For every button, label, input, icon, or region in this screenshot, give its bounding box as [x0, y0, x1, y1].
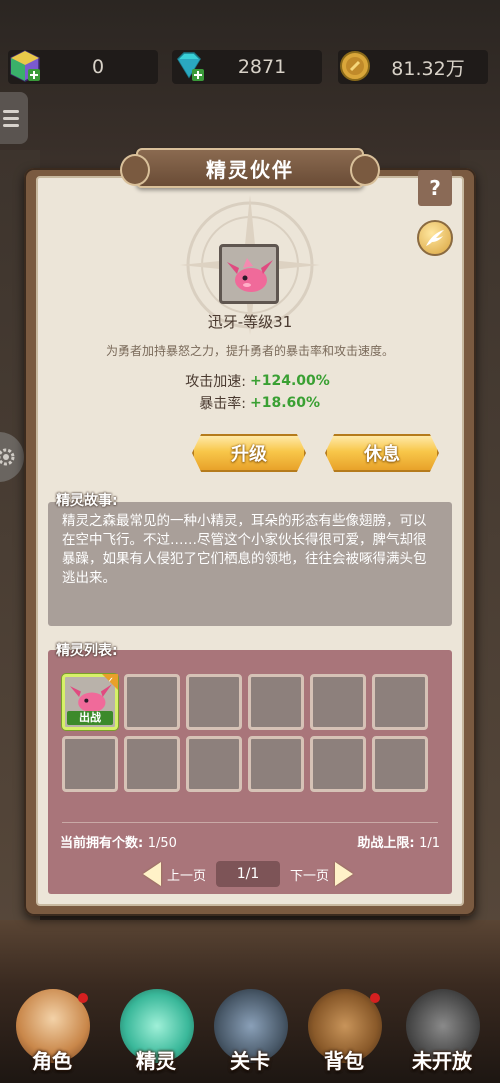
spirit-slot-empty[interactable]: [372, 674, 428, 730]
nav-hero[interactable]: 角色: [6, 985, 98, 1083]
spirit-slot-empty[interactable]: [186, 674, 242, 730]
owned-label: 当前拥有个数:: [60, 836, 144, 851]
spirit-slot-empty[interactable]: [124, 674, 180, 730]
story-box: 精灵之森最常见的一种小精灵，耳朵的形态有些像翅膀，可以在空中飞行。不过……尽管这…: [48, 502, 452, 626]
spirit-description: 为勇者加持暴怒之力，提升勇者的暴击率和攻击速度。: [105, 344, 394, 358]
wing-button[interactable]: [417, 220, 453, 256]
story-label: 精灵故事:: [56, 493, 118, 509]
nav-spirit[interactable]: 精灵: [110, 985, 202, 1083]
assist-value: 1/1: [419, 836, 440, 851]
spirit-slot-empty[interactable]: [186, 736, 242, 792]
spirit-slot-empty[interactable]: [310, 736, 366, 792]
stat-label: 暴击率:: [199, 396, 246, 412]
stat-value: +18.60%: [250, 395, 321, 411]
diamonds-counter[interactable]: 2871: [172, 50, 322, 84]
nav-label: 未开放: [412, 1049, 472, 1073]
spirit-slot-empty[interactable]: [248, 674, 304, 730]
list-label: 精灵列表:: [56, 643, 118, 659]
story-text: 精灵之森最常见的一种小精灵，耳朵的形态有些像翅膀，可以在空中飞行。不过……尽管这…: [62, 513, 427, 586]
owned-count: 当前拥有个数: 1/50: [60, 832, 177, 851]
notification-dot: [370, 993, 380, 1003]
gold-counter[interactable]: 81.32万: [338, 50, 488, 84]
assist-limit: 助战上限: 1/1: [357, 832, 440, 851]
spirit-list: ✓ 出战: [48, 650, 452, 894]
nav-label: 背包: [324, 1049, 364, 1073]
menu-line-icon: [3, 116, 19, 120]
diamond-icon: [177, 52, 204, 81]
nav-label: 角色: [32, 1049, 72, 1073]
page-indicator: 1/1: [216, 861, 281, 887]
spirit-slot-empty[interactable]: [372, 736, 428, 792]
menu-line-icon: [3, 123, 19, 127]
bottom-nav: 角色 精灵 关卡 背包 未开放: [0, 985, 500, 1083]
pink-dragon-spirit-icon: [227, 258, 273, 292]
spirit-slot-empty[interactable]: [248, 736, 304, 792]
gems-counter[interactable]: 0: [8, 50, 158, 84]
panel-title: 精灵伙伴: [120, 148, 380, 188]
gear-icon: [0, 448, 15, 466]
upgrade-button[interactable]: 升级: [192, 434, 306, 472]
nav-stage[interactable]: 关卡: [204, 985, 296, 1083]
menu-line-icon: [3, 109, 19, 113]
gold-coin-icon: [340, 51, 370, 81]
stat-row: 攻击加速: +124.00%: [0, 370, 500, 392]
side-menu-button[interactable]: [0, 92, 28, 144]
prev-arrow-icon[interactable]: [143, 862, 161, 886]
stat-row: 暴击率: +18.60%: [0, 392, 500, 414]
spirit-slot-empty[interactable]: [124, 736, 180, 792]
notification-dot: [78, 993, 88, 1003]
next-page-button[interactable]: 下一页: [284, 865, 335, 884]
spirit-portrait: [219, 244, 279, 304]
spirit-slot-active[interactable]: ✓ 出战: [62, 674, 118, 730]
stat-label: 攻击加速:: [185, 374, 246, 390]
stat-value: +124.00%: [250, 373, 330, 389]
spirit-name: 迅牙-等级31: [207, 313, 293, 331]
list-divider: [62, 822, 438, 823]
assist-label: 助战上限:: [357, 836, 415, 851]
spirit-slot-empty[interactable]: [62, 736, 118, 792]
active-badge: 出战: [67, 711, 113, 725]
nav-backpack[interactable]: 背包: [298, 985, 390, 1083]
help-button[interactable]: ?: [418, 170, 452, 206]
spirit-stats: 攻击加速: +124.00% 暴击率: +18.60%: [0, 370, 500, 414]
nav-label: 关卡: [230, 1049, 270, 1073]
owned-value: 1/50: [147, 836, 177, 851]
nav-locked[interactable]: 未开放: [396, 985, 488, 1083]
nav-label: 精灵: [136, 1049, 176, 1073]
gem-cube-icon: [10, 50, 40, 82]
pager: 上一页 1/1 下一页: [143, 860, 363, 888]
next-arrow-icon[interactable]: [335, 862, 354, 886]
wing-icon: [426, 230, 444, 246]
rest-button[interactable]: 休息: [325, 434, 439, 472]
spirit-slot-empty[interactable]: [310, 674, 366, 730]
prev-page-button[interactable]: 上一页: [161, 865, 212, 884]
